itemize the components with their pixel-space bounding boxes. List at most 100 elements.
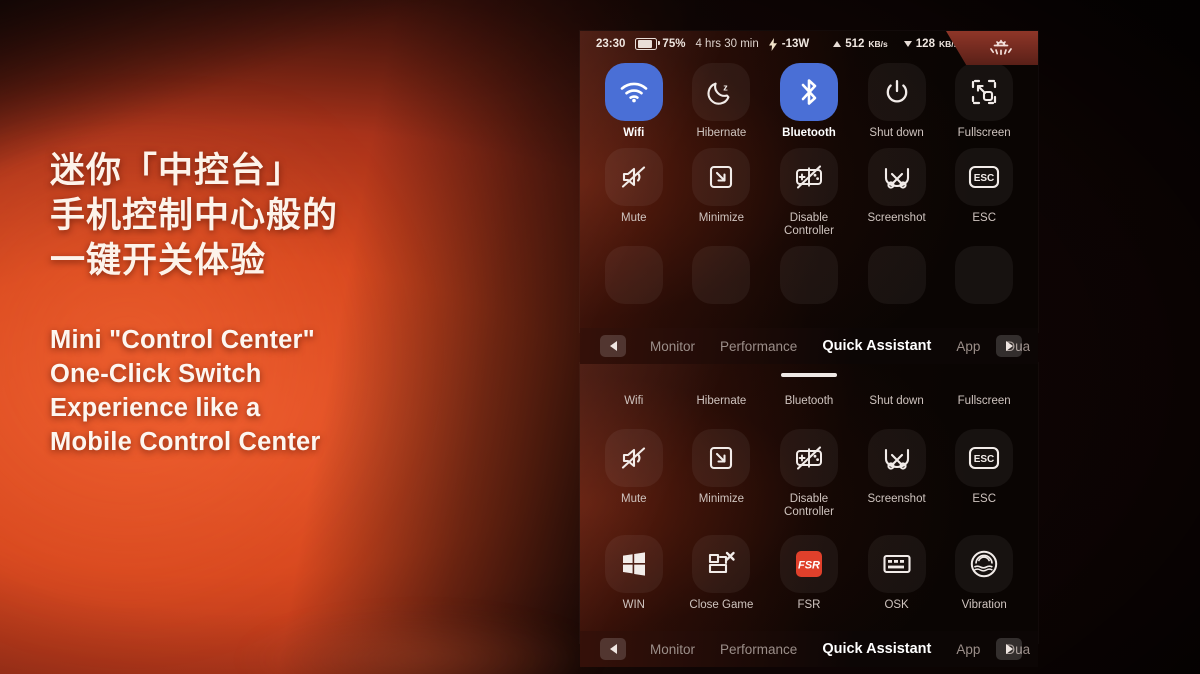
toggle-surface[interactable] [955,535,1014,593]
toggle-fullscreen[interactable]: Fullscreen [940,63,1028,140]
toggle-screenshot[interactable]: Screenshot [853,148,941,238]
toggle-surface[interactable] [955,246,1014,304]
toggle-label: Bluetooth [782,127,836,139]
device-screen: 23:30 75% 4 hrs 30 min -13W 512 KB/s 128… [580,31,1038,667]
toggle-surface[interactable] [604,246,663,304]
toggle-disable-controller[interactable]: Disable Controller [765,429,853,519]
toggle-mute[interactable]: Mute [590,148,678,238]
vibration-icon [970,550,998,578]
toggle-vibration-clipped[interactable] [940,246,1028,304]
toggle-surface[interactable] [867,63,926,121]
fsr-icon: FSR [795,551,822,577]
toggle-disable-controller[interactable]: Disable Controller [765,148,853,238]
toggle-label: Minimize [698,212,745,224]
toggle-surface[interactable] [692,246,751,304]
toggle-surface[interactable] [867,535,926,593]
headline-en-line-1: Mini "Control Center" [50,326,315,354]
power-draw-value: -13W [781,38,810,50]
toggle-surface[interactable] [604,148,663,206]
toggle-esc[interactable]: ESC ESC [940,148,1028,238]
battery-icon [635,38,661,50]
quick-assistant-panel-bottom: Wifi Hibernate Bluetooth Shut down Fulls… [580,363,1038,643]
toggle-label: Mute [621,212,647,224]
toggle-surface[interactable] [955,63,1014,121]
tab-monitor[interactable]: Monitor [650,642,695,657]
toggle-win[interactable]: WIN [590,535,678,612]
toggle-osk-clipped[interactable] [853,246,941,304]
toggle-surface[interactable] [867,246,926,304]
toggle-mute[interactable]: Mute [590,429,678,519]
toggle-hibernate[interactable]: z Hibernate [678,63,766,140]
toggle-surface[interactable]: ESC [955,429,1014,487]
tab-prev-button[interactable] [600,335,626,357]
toggle-label: OSK [884,599,909,611]
tab-prev-button[interactable] [600,638,626,660]
toggle-esc[interactable]: ESC ESC [940,429,1028,519]
toggle-label: Shut down [869,127,924,139]
tab-bar-bottom: Monitor Performance Quick Assistant App … [580,631,1038,667]
toggle-label: Hibernate [696,127,747,139]
tab-app[interactable]: App [956,642,980,657]
tab-app[interactable]: App [956,339,980,354]
toggle-shut-down[interactable]: Shut down [853,63,941,140]
toggle-label: Vibration [961,599,1007,611]
toggle-surface[interactable] [604,535,663,593]
battery-indicator: 75% [635,38,685,50]
tab-performance[interactable]: Performance [720,642,797,657]
chevron-left-icon [609,644,617,654]
toggle-surface[interactable]: FSR [779,535,838,593]
toggle-surface[interactable] [779,429,838,487]
toggle-close-game[interactable]: Close Game [678,535,766,612]
lightning-bolt-icon [768,37,777,51]
toggle-surface[interactable] [692,148,751,206]
download-speed-indicator: 128 KB/s [903,38,958,50]
tab-performance[interactable]: Performance [720,339,797,354]
headline-en-line-3: Experience like a [50,394,261,422]
toggle-screenshot[interactable]: Screenshot [853,429,941,519]
tab-next-button[interactable] [996,335,1022,357]
toggle-label: Screenshot [867,493,926,505]
toggle-surface[interactable] [779,63,838,121]
toggle-wifi[interactable]: Wifi [590,63,678,140]
tab-quick-assistant[interactable]: Quick Assistant [822,338,931,354]
toggle-surface[interactable] [867,148,926,206]
toggle-surface[interactable] [779,148,838,206]
fullscreen-icon [972,79,997,105]
headline-cn-line-3: 一键开关体验 [50,241,267,280]
promo-slide: 迷你「中控台」 手机控制中心般的 一键开关体验 Mini "Control Ce… [0,0,1200,674]
clipped-label-wifi: Wifi [624,395,644,407]
windows-logo-icon [622,552,645,576]
tab-monitor[interactable]: Monitor [650,339,695,354]
tab-next-button[interactable] [996,638,1022,660]
toggle-surface[interactable] [604,429,663,487]
toggle-minimize[interactable]: Minimize [678,148,766,238]
toggle-fsr-clipped[interactable] [765,246,853,304]
toggle-surface[interactable] [867,429,926,487]
toggle-label: ESC [972,212,997,224]
tab-quick-assistant[interactable]: Quick Assistant [822,641,931,657]
toggle-minimize[interactable]: Minimize [678,429,766,519]
toggle-label: Disable Controller [784,212,834,237]
toggle-bluetooth[interactable]: Bluetooth [765,63,853,140]
drag-handle[interactable] [781,373,837,377]
toggle-win-clipped[interactable] [590,246,678,304]
toggle-label: Wifi [623,127,645,139]
clipped-label-shut-down: Shut down [869,395,924,407]
toggle-surface[interactable] [692,535,751,593]
clipped-label-bluetooth: Bluetooth [784,395,834,407]
toggle-surface[interactable]: z [692,63,751,121]
close-game-icon [709,551,736,574]
esc-key-icon: ESC [969,446,1000,470]
toggle-surface[interactable] [604,63,663,121]
toggle-osk[interactable]: OSK [853,535,941,612]
battery-percent: 75% [662,38,686,50]
toggle-surface[interactable] [692,429,751,487]
toggle-surface[interactable] [779,246,838,304]
toggle-vibration[interactable]: Vibration [940,535,1028,612]
toggle-fsr[interactable]: FSR FSR [765,535,853,612]
tab-bar-top: Monitor Performance Quick Assistant App … [580,328,1038,364]
toggle-surface[interactable]: ESC [955,148,1014,206]
marketing-copy: 迷你「中控台」 手机控制中心般的 一键开关体验 Mini "Control Ce… [50,148,480,459]
toggle-close-game-clipped[interactable] [678,246,766,304]
toggle-label: FSR [797,599,821,611]
